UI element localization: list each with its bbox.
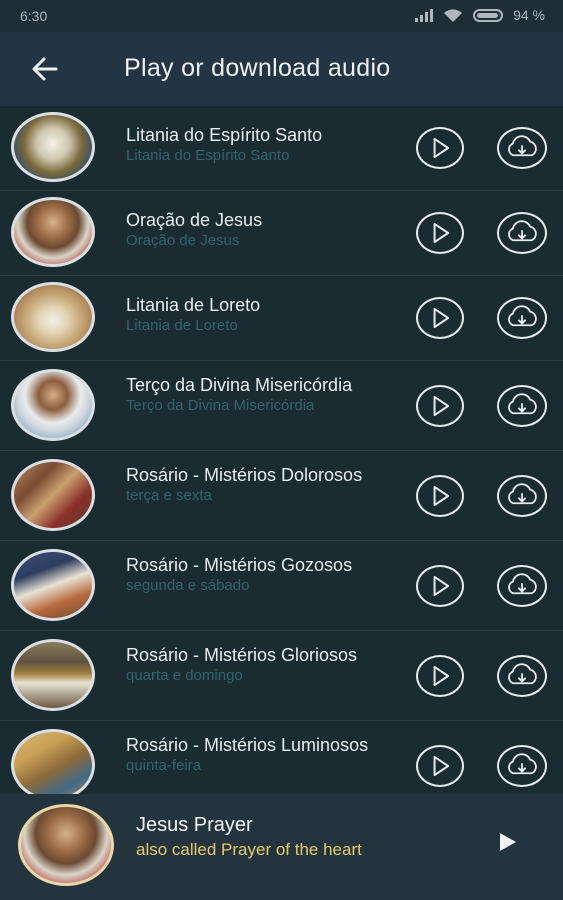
play-button[interactable]: [416, 385, 464, 427]
cloud-download-icon: [508, 573, 537, 595]
item-thumbnail: [11, 549, 95, 621]
play-button[interactable]: [416, 212, 464, 254]
item-title: Rosário - Mistérios Gozosos: [126, 555, 353, 575]
item-thumbnail: [11, 729, 95, 794]
download-button[interactable]: [497, 212, 547, 254]
item-subtitle: Litania do Espírito Santo: [126, 147, 290, 164]
cloud-download-icon: [508, 393, 537, 415]
player-play-icon[interactable]: [492, 827, 522, 857]
back-arrow-icon[interactable]: [28, 52, 62, 86]
download-button[interactable]: [497, 385, 547, 427]
item-subtitle: Terço da Divina Misericórdia: [126, 397, 315, 414]
item-title: Terço da Divina Misericórdia: [126, 375, 353, 395]
signal-icon: [415, 8, 434, 22]
list-item[interactable]: Terço da Divina Misericórdia Terço da Di…: [0, 361, 563, 451]
now-playing-bar[interactable]: Jesus Prayer also called Prayer of the h…: [0, 794, 563, 900]
item-title: Litania do Espírito Santo: [126, 125, 323, 145]
play-button[interactable]: [416, 745, 464, 787]
play-icon: [433, 575, 450, 597]
play-icon: [433, 222, 450, 244]
status-icons: 94 %: [415, 7, 545, 23]
audio-list: Litania do Espírito Santo Litania do Esp…: [0, 106, 563, 794]
item-subtitle: Oração de Jesus: [126, 232, 240, 249]
play-button[interactable]: [416, 127, 464, 169]
play-button[interactable]: [416, 655, 464, 697]
list-item[interactable]: Litania do Espírito Santo Litania do Esp…: [0, 106, 563, 191]
cloud-download-icon: [508, 135, 537, 157]
item-thumbnail: [11, 459, 95, 531]
play-icon: [433, 485, 450, 507]
cloud-download-icon: [508, 753, 537, 775]
item-title: Rosário - Mistérios Gloriosos: [126, 645, 358, 665]
app-bar: Play or download audio: [0, 32, 563, 106]
download-button[interactable]: [497, 655, 547, 697]
list-item[interactable]: Rosário - Mistérios Gozosos segunda e sá…: [0, 541, 563, 631]
item-subtitle: quarta e domingo: [126, 667, 243, 684]
play-icon: [433, 755, 450, 777]
list-item[interactable]: Litania de Loreto Litania de Loreto: [0, 276, 563, 361]
list-item[interactable]: Oração de Jesus Oração de Jesus: [0, 191, 563, 276]
play-icon: [433, 137, 450, 159]
play-button[interactable]: [416, 475, 464, 517]
download-button[interactable]: [497, 475, 547, 517]
item-thumbnail: [11, 112, 95, 182]
cloud-download-icon: [508, 663, 537, 685]
player-subtitle: also called Prayer of the heart: [136, 840, 362, 859]
list-item[interactable]: Rosário - Mistérios Gloriosos quarta e d…: [0, 631, 563, 721]
item-subtitle: Litania de Loreto: [126, 317, 238, 334]
player-thumbnail: [18, 804, 114, 886]
play-icon: [433, 665, 450, 687]
cloud-download-icon: [508, 220, 537, 242]
item-title: Litania de Loreto: [126, 295, 261, 315]
item-title: Oração de Jesus: [126, 210, 263, 230]
item-subtitle: segunda e sábado: [126, 577, 250, 594]
play-button[interactable]: [416, 297, 464, 339]
cloud-download-icon: [508, 483, 537, 505]
play-icon: [433, 395, 450, 417]
item-subtitle: quinta-feira: [126, 757, 202, 774]
item-thumbnail: [11, 639, 95, 711]
status-bar: 6:30 94 %: [0, 0, 563, 32]
battery-level: 94 %: [513, 7, 545, 23]
cloud-download-icon: [508, 305, 537, 327]
status-time: 6:30: [20, 8, 48, 24]
item-thumbnail: [11, 197, 95, 267]
list-item[interactable]: Rosário - Mistérios Luminosos quinta-fei…: [0, 721, 563, 794]
wifi-icon: [444, 8, 463, 22]
play-button[interactable]: [416, 565, 464, 607]
item-subtitle: terça e sexta: [126, 487, 212, 504]
item-thumbnail: [11, 369, 95, 441]
play-icon: [433, 307, 450, 329]
download-button[interactable]: [497, 127, 547, 169]
download-button[interactable]: [497, 745, 547, 787]
player-title: Jesus Prayer: [136, 814, 253, 836]
download-button[interactable]: [497, 297, 547, 339]
page-title: Play or download audio: [124, 54, 391, 82]
battery-icon: [473, 8, 504, 22]
download-button[interactable]: [497, 565, 547, 607]
item-thumbnail: [11, 282, 95, 352]
item-title: Rosário - Mistérios Dolorosos: [126, 465, 363, 485]
list-item[interactable]: Rosário - Mistérios Dolorosos terça e se…: [0, 451, 563, 541]
item-title: Rosário - Mistérios Luminosos: [126, 735, 369, 755]
